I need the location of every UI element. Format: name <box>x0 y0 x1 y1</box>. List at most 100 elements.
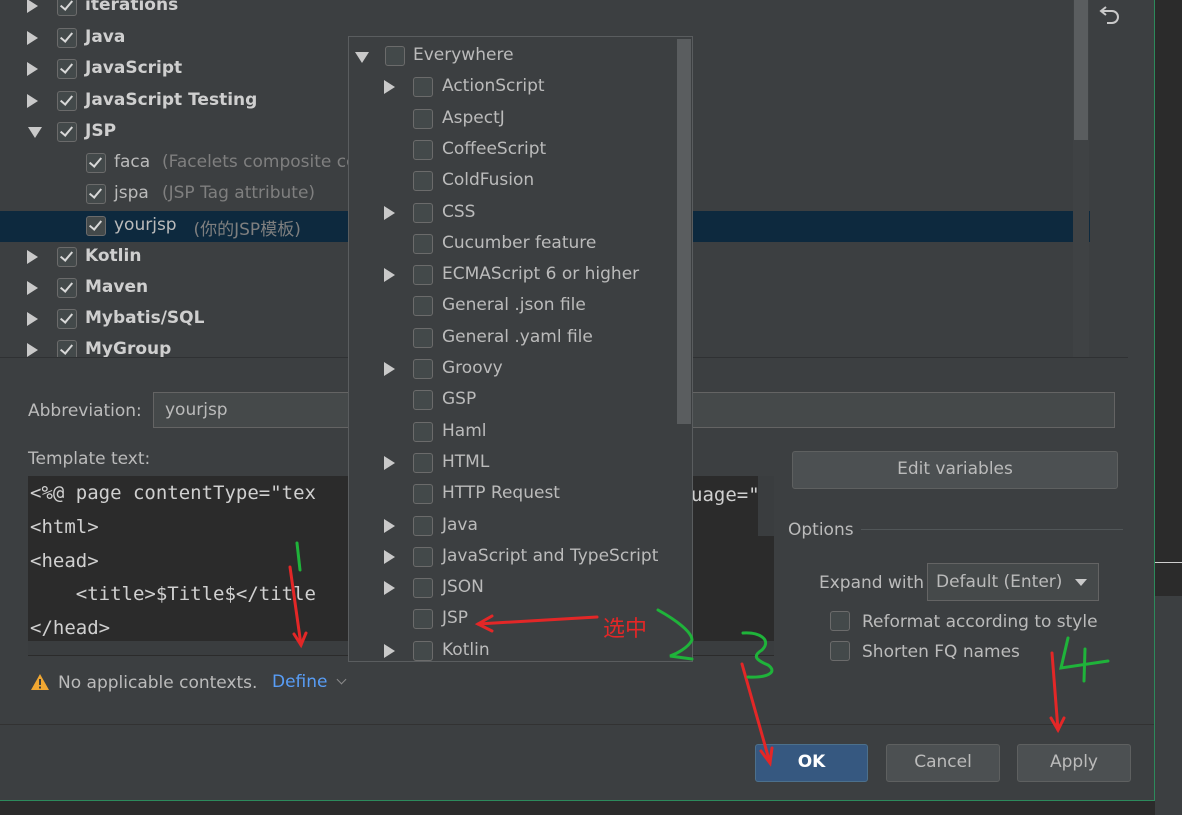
context-item-checkbox[interactable] <box>413 578 433 599</box>
tree-item-checkbox[interactable] <box>57 59 77 79</box>
context-item[interactable]: ActionScript <box>349 72 679 103</box>
context-item-label: Haml <box>442 420 487 441</box>
expand-right-arrow-icon[interactable] <box>27 94 38 108</box>
context-item-checkbox[interactable] <box>413 640 433 661</box>
context-item[interactable]: JSP <box>349 604 679 635</box>
context-item[interactable]: HTTP Request <box>349 479 679 510</box>
expand-right-arrow-icon[interactable] <box>384 643 395 658</box>
context-item[interactable]: AspectJ <box>349 104 679 135</box>
context-popup: Everywhere ActionScript AspectJ CoffeeScrip… <box>348 36 693 662</box>
tree-item-checkbox[interactable] <box>57 247 77 267</box>
context-item[interactable]: JSON <box>349 573 679 604</box>
tree-item-checkbox[interactable] <box>86 153 106 173</box>
tree-scrollbar-thumb[interactable] <box>1074 0 1088 140</box>
context-item-checkbox[interactable] <box>413 390 433 411</box>
context-item-checkbox[interactable] <box>413 515 433 536</box>
context-item-checkbox[interactable] <box>413 77 433 98</box>
edit-variables-button[interactable]: Edit variables <box>792 451 1118 489</box>
context-item[interactable]: General .yaml file <box>349 323 679 354</box>
context-item-label: JSP <box>442 608 469 629</box>
expand-right-arrow-icon[interactable] <box>27 31 38 45</box>
context-item-checkbox[interactable] <box>385 46 405 66</box>
context-item[interactable]: JavaScript and TypeScript <box>349 542 679 573</box>
background-pane <box>1155 596 1182 815</box>
shorten-fq-checkbox[interactable] <box>830 641 850 661</box>
context-item-label: Groovy <box>442 358 503 378</box>
context-item-checkbox[interactable] <box>413 108 433 129</box>
no-contexts-warning: No applicable contexts. <box>58 673 258 693</box>
context-item-checkbox[interactable] <box>413 171 433 192</box>
context-item[interactable]: Cucumber feature <box>349 229 679 260</box>
context-item-checkbox[interactable] <box>413 452 433 473</box>
tree-scrollbar[interactable] <box>1073 0 1089 357</box>
tree-item-checkbox[interactable] <box>57 278 77 298</box>
popup-scrollbar-thumb[interactable] <box>677 39 691 424</box>
context-item[interactable]: GSP <box>349 385 679 416</box>
abbreviation-label: Abbreviation: <box>28 401 142 421</box>
expand-right-arrow-icon[interactable] <box>27 281 38 295</box>
expand-right-arrow-icon[interactable] <box>384 80 395 95</box>
context-item[interactable]: ColdFusion <box>349 166 679 197</box>
context-item[interactable]: Groovy <box>349 354 679 385</box>
context-item-checkbox[interactable] <box>413 265 433 286</box>
context-item[interactable]: ECMAScript 6 or higher <box>349 260 679 291</box>
context-item-checkbox[interactable] <box>413 139 433 160</box>
context-item-checkbox[interactable] <box>413 202 433 223</box>
expand-right-arrow-icon[interactable] <box>384 581 395 596</box>
context-item-checkbox[interactable] <box>413 233 433 254</box>
context-item-checkbox[interactable] <box>413 546 433 567</box>
code-line: <%@ page contentType="tex <box>30 482 316 504</box>
expand-right-arrow-icon[interactable] <box>384 205 395 220</box>
tree-item-checkbox[interactable] <box>57 28 77 48</box>
expand-with-select[interactable]: Default (Enter) <box>927 563 1099 601</box>
tree-item-checkbox[interactable] <box>57 91 77 111</box>
tree-item-label: iterations <box>85 0 179 15</box>
expand-right-arrow-icon[interactable] <box>384 518 395 533</box>
undo-icon[interactable] <box>1098 2 1122 26</box>
context-item[interactable]: Kotlin <box>349 636 679 661</box>
expand-right-arrow-icon[interactable] <box>384 268 395 283</box>
context-item-checkbox[interactable] <box>413 296 433 317</box>
context-item[interactable]: CSS <box>349 198 679 229</box>
warning-icon <box>31 674 49 690</box>
expand-right-arrow-icon[interactable] <box>27 250 38 264</box>
context-item-checkbox[interactable] <box>413 484 433 505</box>
tree-item-checkbox[interactable] <box>57 340 77 357</box>
cancel-button[interactable]: Cancel <box>886 744 1000 782</box>
editor-scrollbar[interactable] <box>758 476 774 536</box>
expand-right-arrow-icon[interactable] <box>384 362 395 376</box>
background-window <box>1155 0 1182 815</box>
tree-item[interactable]: iterations <box>0 0 1090 22</box>
expand-right-arrow-icon[interactable] <box>27 343 38 357</box>
tree-item-checkbox[interactable] <box>57 309 77 329</box>
code-line: <head> <box>30 550 99 572</box>
expand-right-arrow-icon[interactable] <box>384 549 395 564</box>
tree-item-checkbox[interactable] <box>57 122 77 142</box>
expand-right-arrow-icon[interactable] <box>384 455 395 470</box>
edit-variables-label: Edit variables <box>897 459 1013 479</box>
define-link[interactable]: Define <box>272 672 347 692</box>
tree-item-checkbox[interactable] <box>86 184 106 204</box>
tree-item-checkbox[interactable] <box>86 216 106 236</box>
context-item-checkbox[interactable] <box>413 609 433 630</box>
context-item-checkbox[interactable] <box>413 421 433 442</box>
ok-button[interactable]: OK <box>755 744 868 782</box>
context-item[interactable]: CoffeeScript <box>349 135 679 166</box>
expand-right-arrow-icon[interactable] <box>27 0 38 13</box>
context-item[interactable]: HTML <box>349 448 679 479</box>
context-item[interactable]: Java <box>349 511 679 542</box>
context-item[interactable]: General .json file <box>349 291 679 322</box>
template-text-label: Template text: <box>28 449 151 469</box>
context-item[interactable]: Everywhere <box>349 41 679 72</box>
context-item-checkbox[interactable] <box>413 359 433 379</box>
context-item-checkbox[interactable] <box>413 327 433 348</box>
expand-right-arrow-icon[interactable] <box>27 312 38 326</box>
tree-item-label: Maven <box>85 277 149 297</box>
context-item[interactable]: Haml <box>349 417 679 448</box>
apply-button[interactable]: Apply <box>1017 744 1131 782</box>
expand-down-arrow-icon[interactable] <box>355 52 369 63</box>
tree-item-checkbox[interactable] <box>57 0 77 16</box>
reformat-checkbox[interactable] <box>830 611 850 631</box>
expand-down-arrow-icon[interactable] <box>28 127 42 138</box>
expand-right-arrow-icon[interactable] <box>27 62 38 76</box>
